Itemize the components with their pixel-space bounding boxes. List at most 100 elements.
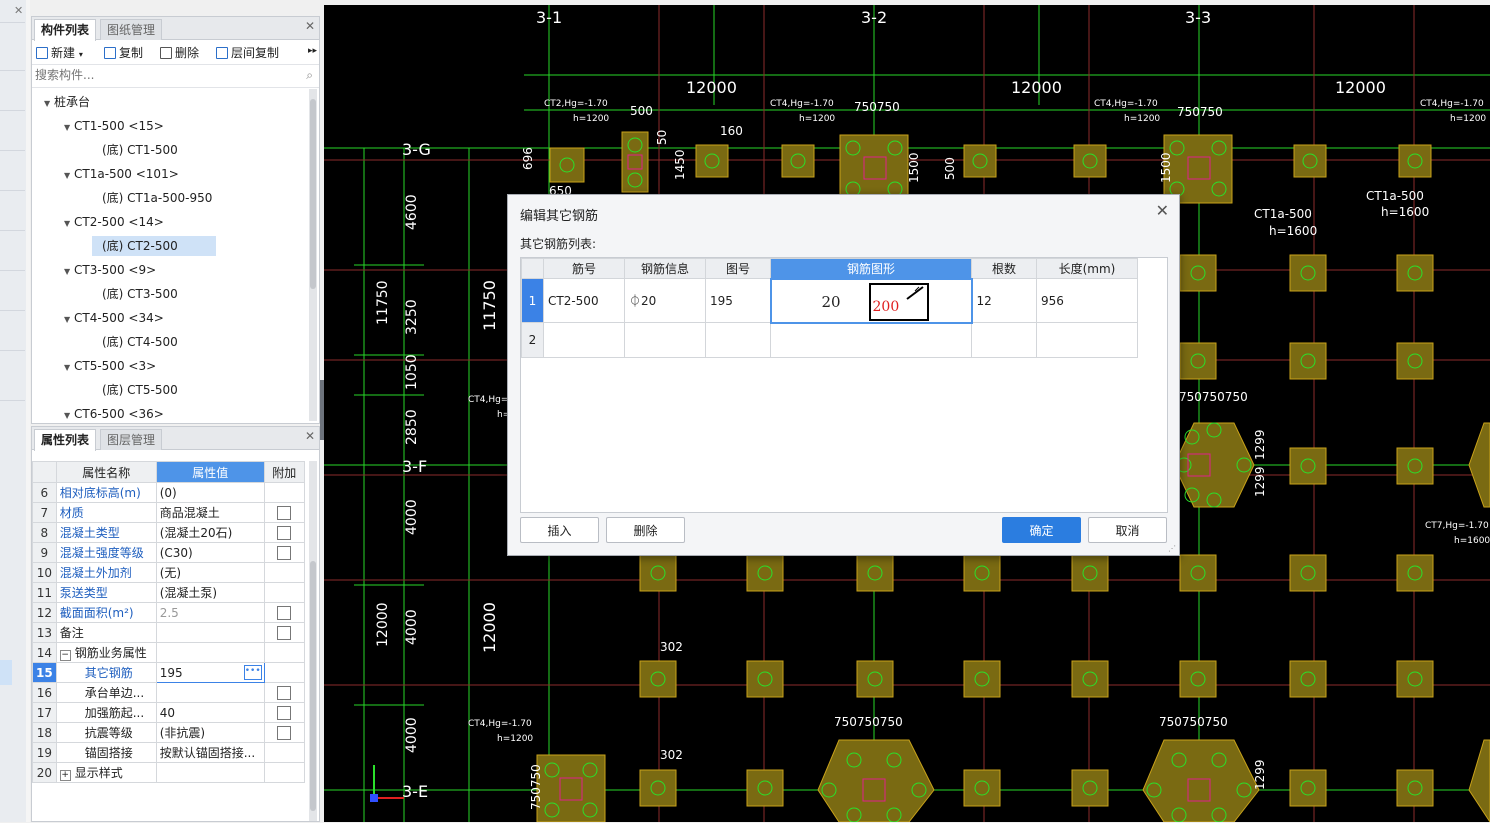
tree-scrollbar[interactable] xyxy=(309,89,317,421)
tab-component-list[interactable]: 构件列表 xyxy=(34,19,97,41)
col-header-length[interactable]: 长度(mm) xyxy=(1036,258,1138,279)
chevron-down-icon[interactable]: ▼ xyxy=(64,358,74,378)
delete-button[interactable]: 删除 xyxy=(160,44,199,61)
cell-rebar-info[interactable]: ⏀20 xyxy=(624,278,706,323)
close-icon[interactable]: ✕ xyxy=(305,19,315,33)
tree-child[interactable]: (底) CT3-500 xyxy=(92,284,188,304)
tree-item[interactable]: ▼ CT1-500 <15> xyxy=(64,116,164,136)
table-row[interactable]: 6 相对底标高(m) (0) xyxy=(32,482,305,503)
tree-item[interactable]: ▼ CT5-500 <3> xyxy=(64,356,156,376)
prop-value[interactable]: 按默认锚固搭接... xyxy=(155,742,265,763)
cell-figure-no[interactable]: 195 xyxy=(705,278,771,323)
new-button[interactable]: 新建 ▾ xyxy=(36,44,83,61)
checkbox[interactable] xyxy=(277,545,292,560)
table-row-selected[interactable]: 15 其它钢筋 195 ••• xyxy=(32,662,305,683)
scroll-thumb[interactable] xyxy=(310,99,316,289)
delete-button[interactable]: 删除 xyxy=(606,517,685,543)
prop-value[interactable]: (混凝土20石) xyxy=(155,522,265,543)
prop-name-group[interactable]: − 钢筋业务属性 xyxy=(55,642,157,663)
tree-item[interactable]: ▼ CT4-500 <34> xyxy=(64,308,164,328)
table-row[interactable]: 16 承台单边... xyxy=(32,682,305,703)
chevron-down-icon[interactable]: ▼ xyxy=(64,262,74,282)
property-scrollbar[interactable] xyxy=(309,461,317,821)
prop-value[interactable]: (0) xyxy=(155,482,265,503)
cell-length[interactable]: 956 xyxy=(1036,278,1138,323)
prop-value[interactable]: (C30) xyxy=(155,542,265,563)
table-row[interactable]: 20 + 显示样式 xyxy=(32,762,305,783)
table-row[interactable]: 19 锚固搭接 按默认锚固搭接... xyxy=(32,742,305,763)
checkbox[interactable] xyxy=(277,685,292,700)
copy-button[interactable]: 复制 xyxy=(104,44,143,61)
prop-value[interactable]: (混凝土泵) xyxy=(155,582,265,603)
cell-count[interactable]: 12 xyxy=(971,278,1037,323)
prop-value[interactable]: 商品混凝土 xyxy=(155,502,265,523)
tab-drawing-management[interactable]: 图纸管理 xyxy=(100,19,163,40)
table-row[interactable]: 13 备注 xyxy=(32,622,305,643)
table-row[interactable]: 2 xyxy=(521,322,1138,358)
chevron-down-icon[interactable]: ▼ xyxy=(64,118,74,138)
table-row-selected[interactable]: 1 CT2-500 ⏀20 195 20 200 12 956 xyxy=(521,277,1138,324)
table-row[interactable]: 18 抗震等级 (非抗震) xyxy=(32,722,305,743)
prop-value[interactable]: (无) xyxy=(155,562,265,583)
cell-count[interactable] xyxy=(971,322,1037,358)
col-header-rebar-info[interactable]: 钢筋信息 xyxy=(624,258,706,279)
tree-item[interactable]: ▼ CT1a-500 <101> xyxy=(64,164,179,184)
close-icon[interactable]: ✕ xyxy=(1156,201,1169,220)
tree-child[interactable]: (底) CT5-500 xyxy=(92,380,188,400)
chevron-down-icon[interactable]: ▼ xyxy=(44,94,54,114)
chevron-down-icon[interactable]: ▼ xyxy=(64,166,74,186)
col-header-figure-no[interactable]: 图号 xyxy=(705,258,771,279)
prop-name-group[interactable]: + 显示样式 xyxy=(55,762,157,783)
expand-icon[interactable]: + xyxy=(59,770,71,781)
col-header-count[interactable]: 根数 xyxy=(971,258,1037,279)
chevron-down-icon[interactable]: ▼ xyxy=(64,310,74,330)
close-icon[interactable]: ✕ xyxy=(14,4,23,17)
insert-button[interactable]: 插入 xyxy=(520,517,599,543)
table-row[interactable]: 9 混凝土强度等级 (C30) xyxy=(32,542,305,563)
checkbox[interactable] xyxy=(277,525,292,540)
prop-value[interactable] xyxy=(155,622,265,643)
scroll-thumb[interactable] xyxy=(310,561,316,811)
checkbox[interactable] xyxy=(277,705,292,720)
table-row[interactable]: 14− 钢筋业务属性 xyxy=(32,642,305,663)
ok-button[interactable]: 确定 xyxy=(1002,517,1081,543)
tab-layer-management[interactable]: 图层管理 xyxy=(100,429,163,450)
tree-child[interactable]: (底) CT1-500 xyxy=(92,140,188,160)
floor-copy-button[interactable]: 层间复制 xyxy=(216,44,279,61)
prop-value[interactable]: 40 xyxy=(155,702,265,723)
chevron-down-icon[interactable]: ▾ xyxy=(79,50,83,59)
cell-rebar-shape[interactable] xyxy=(770,322,972,358)
prop-value[interactable]: (非抗震) xyxy=(155,722,265,743)
col-header-name[interactable]: 属性名称 xyxy=(55,461,157,483)
tree-item[interactable]: ▼ CT3-500 <9> xyxy=(64,260,156,280)
chevron-down-icon[interactable]: ▼ xyxy=(64,214,74,234)
search-icon[interactable]: ⌕ xyxy=(306,68,313,83)
checkbox[interactable] xyxy=(277,625,292,640)
checkbox[interactable] xyxy=(277,505,292,520)
col-header-value[interactable]: 属性值 xyxy=(155,461,265,483)
more-icon[interactable]: ▸▸ xyxy=(308,46,317,56)
close-icon[interactable]: ✕ xyxy=(305,429,315,443)
checkbox[interactable] xyxy=(277,725,292,740)
table-row[interactable]: 8 混凝土类型 (混凝土20石) xyxy=(32,522,305,543)
prop-value-edit[interactable]: 195 ••• xyxy=(155,662,265,683)
cell-bar-no[interactable] xyxy=(543,322,625,358)
chevron-down-icon[interactable]: ▼ xyxy=(64,406,74,426)
table-row[interactable]: 17 加强筋起... 40 xyxy=(32,702,305,723)
search-input[interactable] xyxy=(32,65,303,85)
col-header-bar-no[interactable]: 筋号 xyxy=(543,258,625,279)
tab-property-list[interactable]: 属性列表 xyxy=(34,429,97,451)
cell-rebar-shape[interactable]: 20 200 xyxy=(769,277,973,324)
ellipsis-button[interactable]: ••• xyxy=(243,665,262,680)
col-header-rebar-shape[interactable]: 钢筋图形 xyxy=(770,258,972,279)
prop-value[interactable] xyxy=(155,682,265,703)
tree-root[interactable]: ▼ 桩承台 xyxy=(44,92,90,112)
table-row[interactable]: 11 泵送类型 (混凝土泵) xyxy=(32,582,305,603)
cancel-button[interactable]: 取消 xyxy=(1088,517,1167,543)
cell-length[interactable] xyxy=(1036,322,1138,358)
table-row[interactable]: 10 混凝土外加剂 (无) xyxy=(32,562,305,583)
table-row[interactable]: 7 材质 商品混凝土 xyxy=(32,502,305,523)
cell-figure-no[interactable] xyxy=(705,322,771,358)
cell-rebar-info[interactable] xyxy=(624,322,706,358)
col-header-add[interactable]: 附加 xyxy=(263,461,305,483)
